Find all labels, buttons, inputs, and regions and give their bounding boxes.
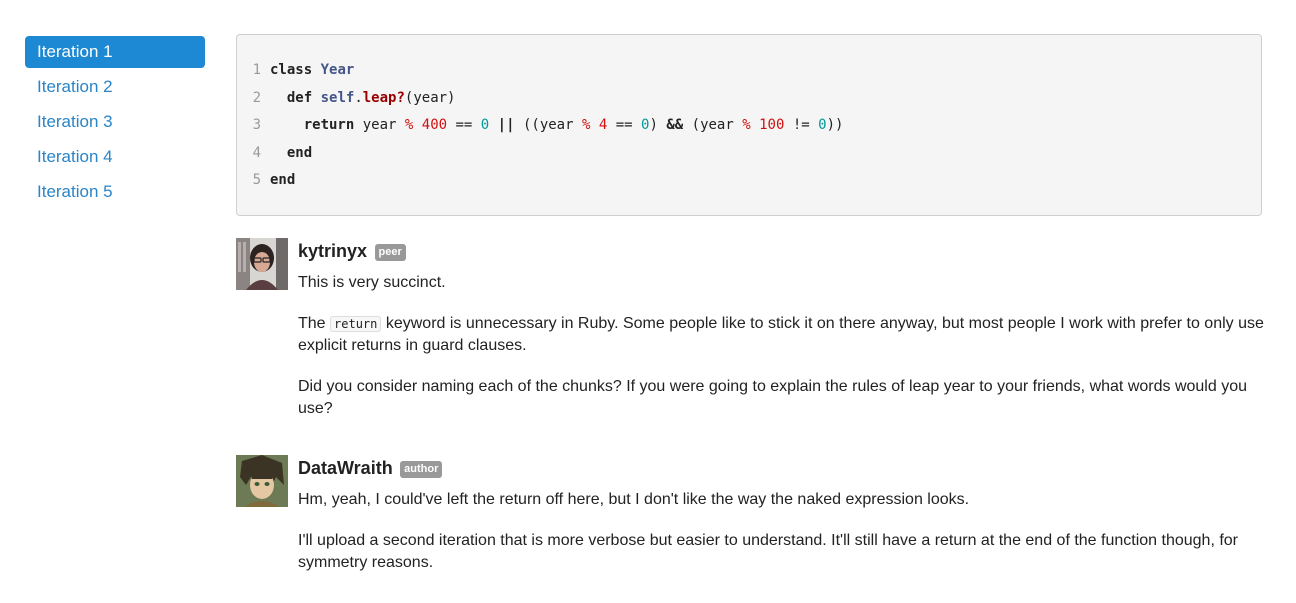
text: keyword is unnecessary in Ruby. Some peo… bbox=[298, 315, 1264, 354]
code-line-5: 5 end bbox=[237, 169, 1261, 197]
token: . bbox=[354, 89, 363, 106]
comment-paragraph: The return keyword is unnecessary in Rub… bbox=[298, 313, 1273, 357]
line-number: 2 bbox=[252, 89, 261, 106]
role-badge: author bbox=[400, 461, 443, 478]
line-number: 4 bbox=[252, 144, 261, 161]
code-line-2: 2 def self.leap?(year) bbox=[237, 87, 1261, 115]
comment-paragraph: Hm, yeah, I could've left the return off… bbox=[298, 491, 970, 508]
token: leap? bbox=[362, 89, 405, 106]
avatar[interactable] bbox=[236, 455, 288, 507]
token: self bbox=[320, 89, 355, 106]
comment-header: kytrinyx peer bbox=[298, 238, 1273, 264]
text: The bbox=[298, 315, 326, 332]
token: 4 bbox=[598, 117, 608, 133]
token: (year bbox=[691, 117, 734, 133]
token: Year bbox=[320, 62, 355, 78]
token: 100 bbox=[759, 117, 785, 133]
iteration-3-link[interactable]: Iteration 3 bbox=[25, 106, 205, 138]
comment-paragraph: This is very succinct. bbox=[298, 274, 446, 291]
token: || bbox=[497, 117, 515, 133]
user-avatar-image bbox=[236, 455, 288, 507]
token: % bbox=[742, 117, 751, 133]
token: % bbox=[404, 117, 414, 133]
token: == bbox=[615, 117, 633, 133]
iteration-4-link[interactable]: Iteration 4 bbox=[25, 141, 205, 173]
token: end bbox=[270, 172, 296, 188]
code-line-4: 4 end bbox=[237, 142, 1261, 170]
token: def bbox=[286, 89, 313, 106]
line-number: 5 bbox=[252, 172, 261, 188]
token: 400 bbox=[421, 117, 448, 133]
token: class bbox=[270, 62, 313, 78]
role-badge: peer bbox=[374, 244, 406, 261]
iteration-2-link[interactable]: Iteration 2 bbox=[25, 71, 205, 103]
token: 0 bbox=[480, 117, 490, 133]
comment-paragraph: I'll upload a second iteration that is m… bbox=[298, 532, 1239, 571]
token: && bbox=[666, 117, 684, 133]
username[interactable]: DataWraith bbox=[298, 458, 393, 478]
user-avatar-image bbox=[236, 238, 288, 290]
token: end bbox=[286, 144, 313, 161]
comment-body: kytrinyx peer This is very succinct. The… bbox=[298, 238, 1273, 420]
inline-code: return bbox=[330, 316, 382, 332]
line-number: 1 bbox=[252, 62, 261, 78]
line-number: 3 bbox=[252, 117, 261, 133]
iteration-nav: Iteration 1 Iteration 2 Iteration 3 Iter… bbox=[25, 36, 205, 211]
code-line-1: 1 class Year bbox=[237, 59, 1261, 87]
token: % bbox=[581, 117, 591, 133]
token: (year) bbox=[404, 89, 456, 106]
token: 0 bbox=[818, 117, 827, 133]
token: != bbox=[792, 117, 810, 133]
iteration-5-link[interactable]: Iteration 5 bbox=[25, 176, 205, 208]
username[interactable]: kytrinyx bbox=[298, 241, 367, 261]
token: ) bbox=[649, 117, 658, 133]
token: == bbox=[455, 117, 473, 133]
token: ((year bbox=[522, 117, 574, 133]
token: year bbox=[362, 117, 397, 133]
token: return bbox=[303, 117, 355, 133]
code-line-3: 3 return year % 400 == 0 || ((year % 4 =… bbox=[237, 114, 1261, 142]
token: )) bbox=[826, 117, 844, 133]
code-block: 1 class Year 2 def self.leap?(year) 3 ret… bbox=[236, 34, 1262, 216]
iteration-1-link[interactable]: Iteration 1 bbox=[25, 36, 205, 68]
comment-header: DataWraith author bbox=[298, 455, 1273, 481]
comment-paragraph: Did you consider naming each of the chun… bbox=[298, 378, 1247, 417]
comment-body: DataWraith author Hm, yeah, I could've l… bbox=[298, 455, 1273, 574]
avatar[interactable] bbox=[236, 238, 288, 290]
